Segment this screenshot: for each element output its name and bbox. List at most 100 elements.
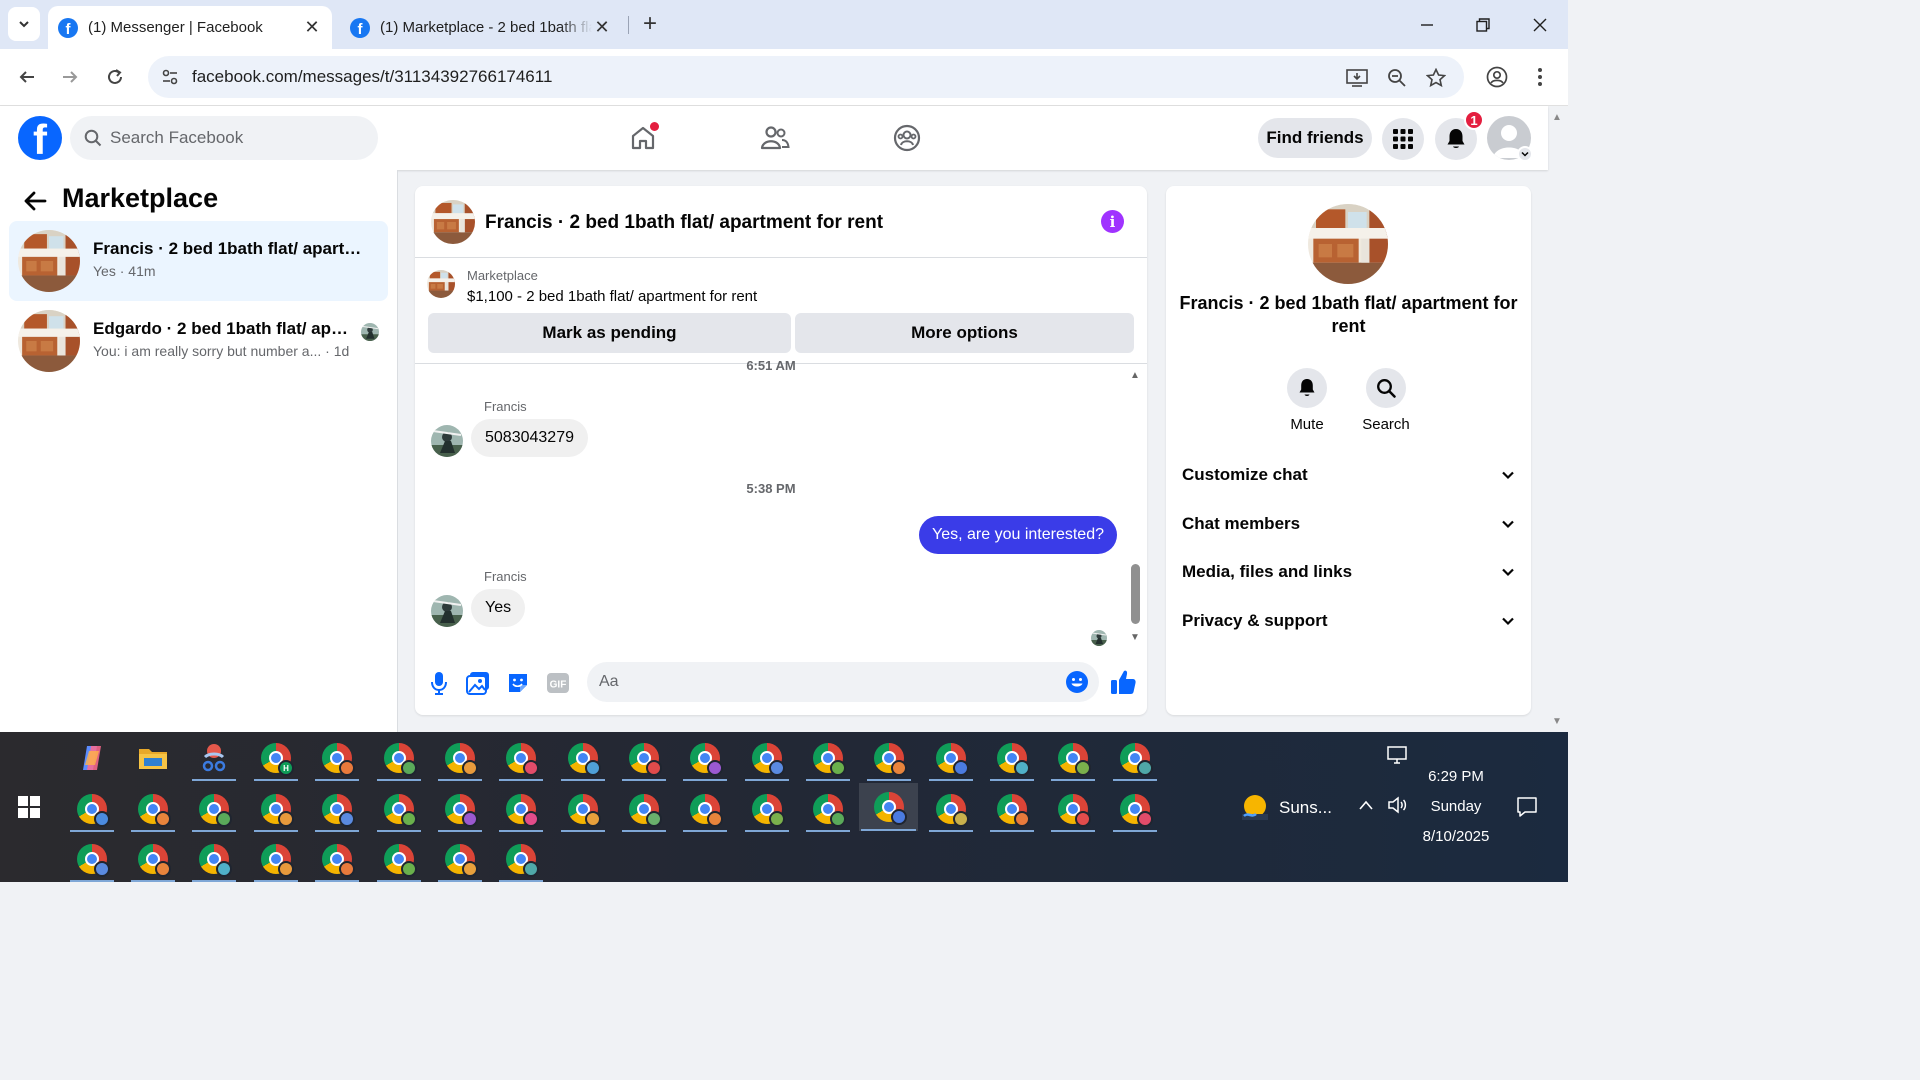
chrome-window-button[interactable] xyxy=(68,836,116,882)
emoji-icon[interactable] xyxy=(1065,670,1089,694)
chrome-window-button[interactable] xyxy=(375,836,423,882)
tab-search-button[interactable] xyxy=(8,7,40,41)
listing-price[interactable]: $1,100 - 2 bed 1bath flat/ apartment for… xyxy=(467,288,757,305)
chrome-window-button[interactable] xyxy=(190,786,238,832)
sender-avatar[interactable] xyxy=(431,595,463,627)
chrome-window-button[interactable] xyxy=(988,735,1036,781)
chat-avatar[interactable] xyxy=(431,200,475,244)
chrome-window-button[interactable] xyxy=(129,786,177,832)
chrome-window-button[interactable] xyxy=(436,836,484,882)
chrome-window-button[interactable] xyxy=(681,786,729,832)
weather-text[interactable]: Suns... xyxy=(1279,798,1332,818)
chrome-window-button[interactable] xyxy=(1111,786,1159,832)
back-arrow-icon[interactable] xyxy=(22,188,48,214)
chrome-window-button[interactable] xyxy=(436,786,484,832)
mute-button[interactable]: Mute xyxy=(1277,368,1337,433)
back-button[interactable] xyxy=(11,61,43,93)
chevron-up-icon[interactable] xyxy=(1358,798,1374,816)
friends-nav-button[interactable] xyxy=(757,120,793,156)
chrome-window-button[interactable] xyxy=(1049,735,1097,781)
chrome-active-window-button[interactable] xyxy=(859,783,918,831)
menu-button[interactable] xyxy=(1382,118,1424,160)
reload-button[interactable] xyxy=(99,61,131,93)
site-settings-icon[interactable] xyxy=(158,65,182,89)
chrome-window-button[interactable] xyxy=(497,735,545,781)
restore-button[interactable] xyxy=(1463,10,1503,40)
page-scroll-up-arrow[interactable]: ▲ xyxy=(1552,112,1562,123)
clock-day[interactable]: Sunday xyxy=(1400,798,1512,815)
gif-icon[interactable]: GIF xyxy=(545,670,571,696)
bookmark-star-icon[interactable] xyxy=(1423,65,1449,91)
outgoing-message-bubble[interactable]: Yes, are you interested? xyxy=(919,516,1117,554)
chat-scroll-up-arrow[interactable]: ▲ xyxy=(1130,370,1140,381)
file-explorer-button[interactable] xyxy=(129,735,177,781)
chrome-window-button[interactable] xyxy=(743,786,791,832)
tab-messenger[interactable]: f (1) Messenger | Facebook ✕ xyxy=(48,6,332,49)
copilot-app-button[interactable] xyxy=(68,735,116,781)
more-options-button[interactable]: More options xyxy=(795,313,1134,353)
close-window-button[interactable] xyxy=(1520,10,1560,40)
chrome-window-button[interactable] xyxy=(620,735,668,781)
sticker-icon[interactable] xyxy=(505,670,531,696)
chrome-window-button[interactable] xyxy=(743,735,791,781)
account-chevron-icon[interactable] xyxy=(1517,146,1533,162)
new-tab-button[interactable]: + xyxy=(636,10,664,38)
clock-date[interactable]: 8/10/2025 xyxy=(1400,828,1512,845)
chrome-window-button[interactable] xyxy=(190,836,238,882)
chrome-window-button[interactable] xyxy=(252,786,300,832)
chrome-window-button[interactable] xyxy=(252,836,300,882)
chrome-window-button[interactable] xyxy=(129,836,177,882)
microphone-icon[interactable] xyxy=(426,670,452,696)
chat-title[interactable]: Francis · 2 bed 1bath flat/ apartment fo… xyxy=(485,212,883,234)
clock-time[interactable]: 6:29 PM xyxy=(1400,768,1512,785)
weather-sun-icon[interactable] xyxy=(1240,794,1270,820)
minimize-button[interactable] xyxy=(1407,10,1447,40)
chrome-window-button[interactable] xyxy=(865,735,913,781)
facebook-logo[interactable]: f xyxy=(18,116,62,160)
media-files-links-section[interactable]: Media, files and links xyxy=(1166,552,1531,592)
info-avatar[interactable] xyxy=(1308,204,1388,284)
conversation-item-francis[interactable]: Francis · 2 bed 1bath flat/ apartment fo… xyxy=(9,221,388,301)
chrome-profile-h-button[interactable]: H xyxy=(252,735,300,781)
chrome-window-button[interactable] xyxy=(620,786,668,832)
info-icon[interactable]: i xyxy=(1101,210,1124,233)
url-text[interactable]: facebook.com/messages/t/3113439276617461… xyxy=(192,67,552,87)
chrome-window-button[interactable] xyxy=(313,735,361,781)
chrome-window-button[interactable] xyxy=(375,786,423,832)
chrome-window-button[interactable] xyxy=(927,786,975,832)
chrome-window-button[interactable] xyxy=(313,836,361,882)
chrome-window-button[interactable] xyxy=(497,786,545,832)
groups-nav-button[interactable] xyxy=(889,120,925,156)
profile-button[interactable] xyxy=(1481,61,1513,93)
incoming-message-bubble[interactable]: Yes xyxy=(471,589,526,627)
chrome-window-button[interactable] xyxy=(436,735,484,781)
install-app-icon[interactable] xyxy=(1344,65,1370,91)
zoom-icon[interactable] xyxy=(1384,65,1410,91)
chrome-window-button[interactable] xyxy=(497,836,545,882)
privacy-support-section[interactable]: Privacy & support xyxy=(1166,601,1531,641)
find-friends-button[interactable]: Find friends xyxy=(1258,118,1372,158)
mark-as-pending-button[interactable]: Mark as pending xyxy=(428,313,791,353)
chat-scroll-down-arrow[interactable]: ▼ xyxy=(1130,632,1140,643)
network-display-icon[interactable] xyxy=(1387,746,1407,769)
chrome-window-button[interactable] xyxy=(559,786,607,832)
close-tab-icon[interactable]: ✕ xyxy=(592,17,612,38)
forward-button[interactable] xyxy=(54,61,86,93)
tab-marketplace[interactable]: f (1) Marketplace - 2 bed 1bath flat/ ap… xyxy=(340,6,622,49)
search-in-chat-button[interactable]: Search xyxy=(1356,368,1416,433)
chrome-window-button[interactable] xyxy=(804,786,852,832)
chrome-window-button[interactable] xyxy=(1111,735,1159,781)
sender-avatar[interactable] xyxy=(431,425,463,457)
address-bar[interactable]: facebook.com/messages/t/3113439276617461… xyxy=(148,56,1464,98)
search-facebook-input[interactable]: Search Facebook xyxy=(70,116,378,160)
chat-scrollbar-thumb[interactable] xyxy=(1131,564,1140,624)
chrome-window-button[interactable] xyxy=(375,735,423,781)
home-nav-button[interactable] xyxy=(625,120,661,156)
page-scroll-down-arrow[interactable]: ▼ xyxy=(1552,716,1562,727)
conversation-item-edgardo[interactable]: Edgardo · 2 bed 1bath flat/ apartment fo… xyxy=(9,301,388,381)
chrome-window-button[interactable] xyxy=(313,786,361,832)
snipping-tool-button[interactable] xyxy=(190,735,238,781)
chrome-window-button[interactable] xyxy=(988,786,1036,832)
customize-chat-section[interactable]: Customize chat xyxy=(1166,455,1531,495)
chrome-window-button[interactable] xyxy=(559,735,607,781)
